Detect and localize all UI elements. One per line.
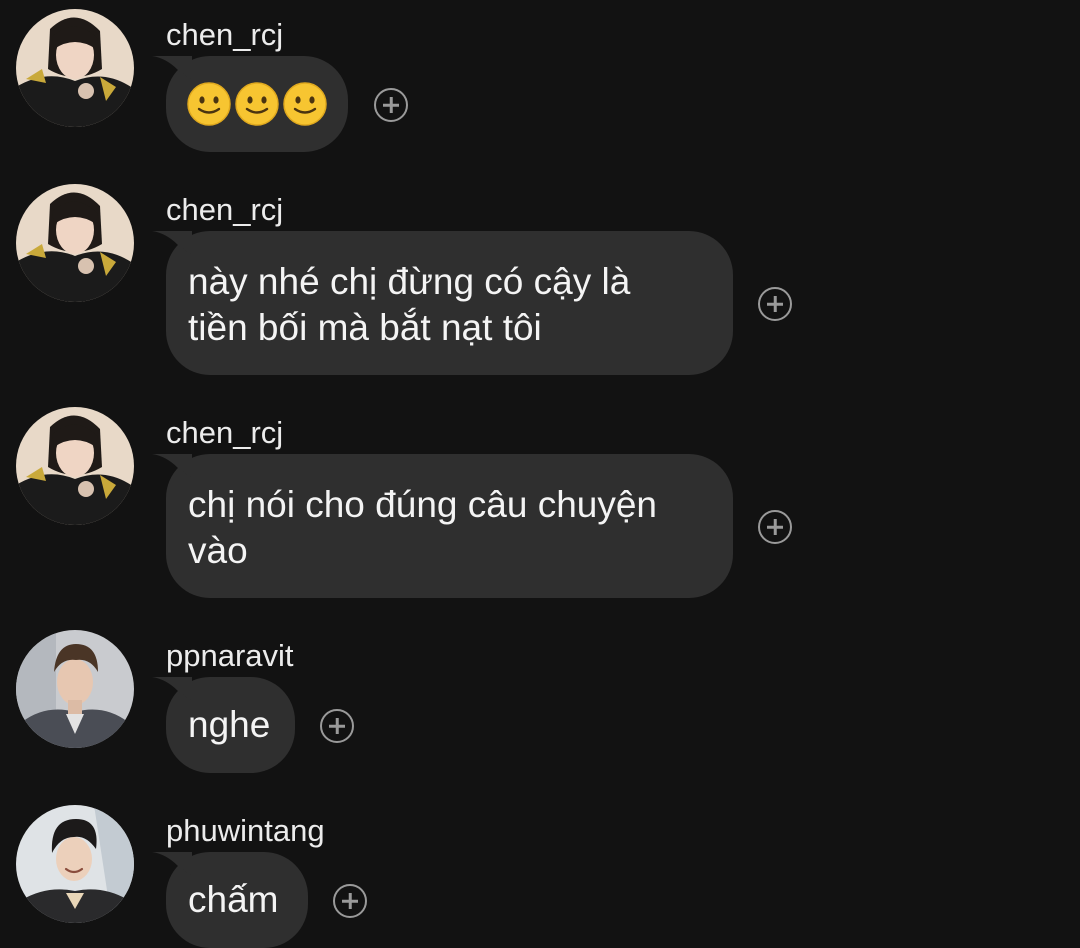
username[interactable]: chen_rcj (166, 415, 283, 451)
bubble-tail (152, 852, 192, 876)
bubble-tail (152, 677, 192, 701)
message-bubble[interactable]: nghe (152, 677, 295, 773)
slightly-smiling-face-icon (187, 82, 231, 126)
avatar-chen-rcj[interactable] (16, 9, 134, 127)
avatar-phuwintang[interactable] (16, 805, 134, 923)
username[interactable]: chen_rcj (166, 192, 283, 228)
message-bubble[interactable]: này nhé chị đừng có cậy là tiền bối mà b… (152, 231, 733, 375)
message-text: nghe (188, 704, 271, 745)
slightly-smiling-face-icon (283, 82, 327, 126)
emoji-content (186, 56, 328, 152)
add-reaction-icon[interactable] (758, 287, 792, 321)
avatar-chen-rcj[interactable] (16, 407, 134, 525)
message-text: chị nói cho đúng câu chuyện (188, 484, 658, 525)
username[interactable]: chen_rcj (166, 17, 283, 53)
add-reaction-icon[interactable] (333, 884, 367, 918)
username[interactable]: ppnaravit (166, 638, 294, 674)
username[interactable]: phuwintang (166, 813, 325, 849)
add-reaction-icon[interactable] (374, 88, 408, 122)
message-bubble[interactable] (152, 56, 348, 152)
message-bubble[interactable]: chấm (152, 852, 308, 948)
message-text: chấm (188, 879, 279, 920)
avatar-chen-rcj[interactable] (16, 184, 134, 302)
avatar-ppnaravit[interactable] (16, 630, 134, 748)
message-bubble[interactable]: chị nói cho đúng câu chuyện vào (152, 454, 733, 598)
bubble-tail (152, 454, 192, 478)
message-text: tiền bối mà bắt nạt tôi (188, 307, 542, 348)
message-text: này nhé chị đừng có cậy là (188, 261, 631, 302)
slightly-smiling-face-icon (235, 82, 279, 126)
bubble-tail (152, 231, 192, 255)
message-text: vào (188, 530, 248, 571)
add-reaction-icon[interactable] (758, 510, 792, 544)
add-reaction-icon[interactable] (320, 709, 354, 743)
